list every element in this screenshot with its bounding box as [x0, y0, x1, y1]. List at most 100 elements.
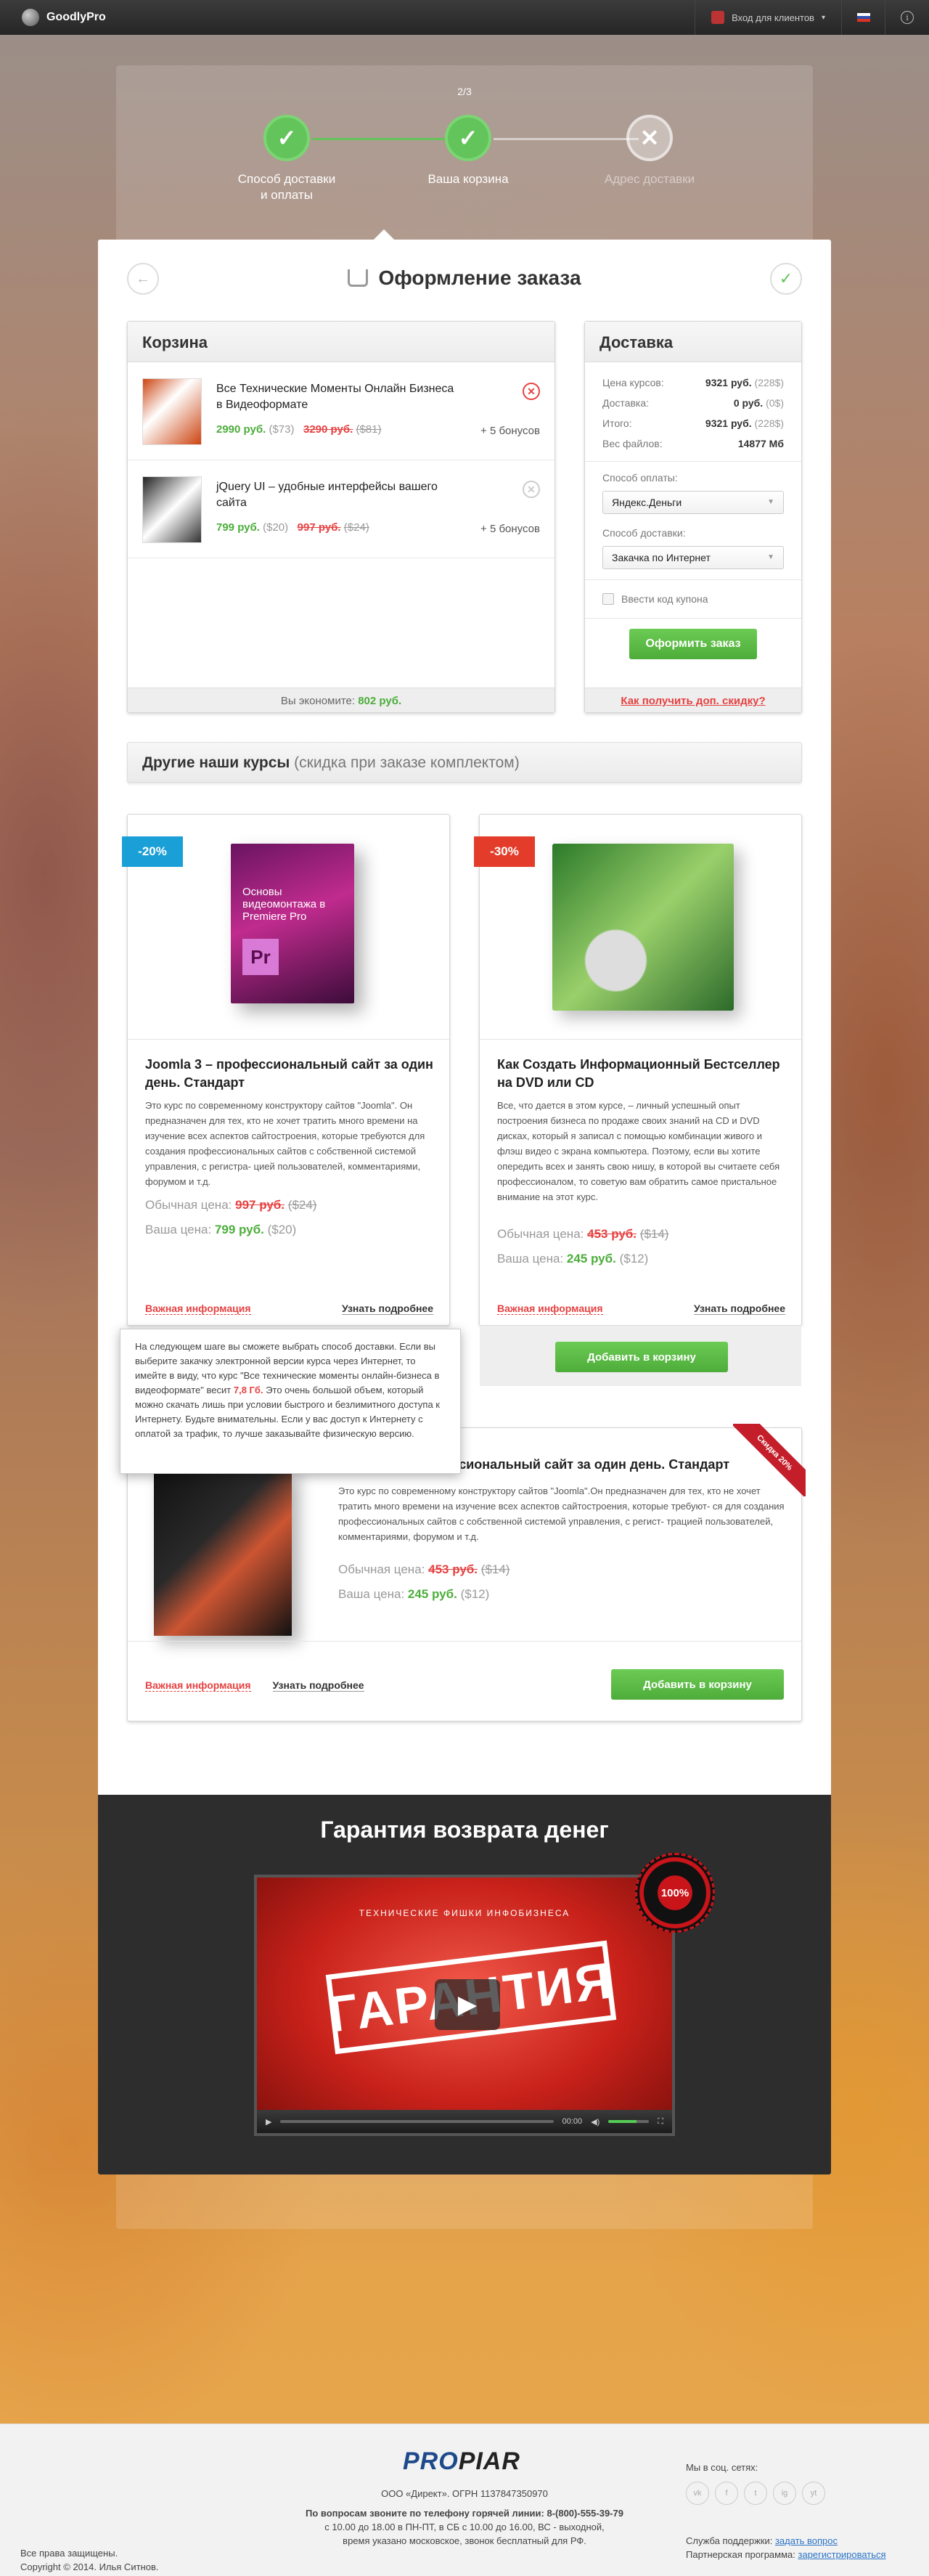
old-price: 3290 руб. — [303, 423, 353, 436]
product-thumbnail — [142, 378, 202, 445]
step-counter: 2/3 — [457, 86, 472, 97]
info-button[interactable]: i — [885, 0, 929, 35]
regular-price-label: Обычная цена: — [338, 1562, 425, 1576]
your-price-value: 245 руб. — [407, 1587, 457, 1601]
coupon-checkbox[interactable] — [602, 593, 614, 605]
regular-price-value: 997 руб. — [235, 1198, 285, 1212]
client-login-button[interactable]: Вход для клиентов ▾ — [695, 0, 842, 35]
savings-value: 802 руб. — [358, 695, 402, 707]
your-price-usd: ($20) — [267, 1223, 297, 1236]
topbar-right: Вход для клиентов ▾ i — [695, 0, 929, 35]
facebook-icon[interactable]: f — [715, 2482, 738, 2505]
cart-item-title: Все Технические Моменты Онлайн Бизнеса в… — [216, 383, 454, 411]
support-link[interactable]: задать вопрос — [775, 2535, 838, 2546]
copyright: Copyright © 2014. Илья Ситнов. — [20, 2561, 159, 2572]
regular-price: Обычная цена: 453 руб. ($14) — [497, 1227, 668, 1242]
checkmark-icon: ✓ — [263, 115, 310, 161]
order-card: ← Оформление заказа ✓ Корзина Все Технич… — [98, 229, 831, 2174]
product-thumbnail — [142, 476, 202, 543]
payment-select[interactable]: Яндекс.Деньги ▼ — [602, 491, 784, 514]
guarantee-title: Гарантия возврата денег — [320, 1817, 609, 1843]
client-login-label: Вход для клиентов — [732, 12, 814, 23]
summary-label: Цена курсов: — [602, 377, 664, 388]
hotline: По вопросам звоните по телефону горячей … — [306, 2508, 623, 2519]
footer-copyright: Все права защищены. Copyright © 2014. Ил… — [20, 2546, 158, 2574]
cart-panel: Корзина Все Технические Моменты Онлайн Б… — [127, 321, 555, 713]
add-to-cart-button[interactable]: Добавить в корзину — [611, 1669, 784, 1700]
learn-more-link[interactable]: Узнать подробнее — [272, 1679, 364, 1692]
important-info-link[interactable]: Важная информация — [145, 1303, 251, 1315]
course-description: Это курс по современному конструктору са… — [338, 1485, 785, 1542]
step-cart[interactable]: ✓ Ваша корзина — [396, 115, 541, 187]
summary-label: Доставка: — [602, 397, 650, 409]
summary-value: 9321 руб. — [705, 377, 752, 388]
summary-row: Доставка: 0 руб. (0$) — [585, 393, 801, 413]
language-switch[interactable] — [842, 0, 885, 35]
product-box-title: Основы видеомонтажа в Premiere Pro — [242, 886, 326, 923]
instagram-icon[interactable]: ig — [773, 2482, 796, 2505]
play-small-icon[interactable]: ▶ — [266, 2117, 271, 2127]
extra-discount-link[interactable]: Как получить доп. скидку? — [585, 688, 801, 712]
delivery-method-select[interactable]: Закачка по Интернет ▼ — [602, 546, 784, 569]
course-title: Joomla 3 – профессиональный сайт за один… — [145, 1057, 433, 1090]
remove-item-button[interactable]: ✕ — [523, 481, 540, 498]
video-seek-bar[interactable] — [280, 2120, 554, 2123]
video-player[interactable]: ТЕХНИЧЕСКИЕ ФИШКИ ИНФОБИЗНЕСА ГАРАНТИЯ ▶… — [254, 1875, 675, 2136]
step-label-line1: Способ доставки — [237, 172, 336, 186]
course-title: Как Создать Информационный Бестселлер на… — [497, 1057, 780, 1090]
cart-title: Корзина — [128, 322, 554, 362]
your-price-usd: ($12) — [619, 1252, 649, 1265]
delivery-method-selected: Закачка по Интернет — [612, 552, 711, 563]
social-label: Мы в соц. сетях: — [686, 2462, 758, 2473]
old-price-usd: ($81) — [356, 423, 382, 436]
volume-icon[interactable]: ◀) — [591, 2117, 599, 2127]
cart-item-price: 2990 руб. ($73) 3290 руб. ($81) — [216, 423, 381, 436]
course-description: Все, что дается в этом курсе, – личный у… — [497, 1100, 780, 1202]
premiere-logo-icon: Pr — [242, 939, 279, 975]
company-info: ООО «Директ». ОГРН 1137847350970 — [381, 2488, 548, 2499]
play-button[interactable]: ▶ — [435, 1979, 500, 2030]
brand-logo[interactable]: GoodlyPro — [0, 9, 106, 26]
regular-price-label: Обычная цена: — [145, 1198, 232, 1212]
partner-link[interactable]: зарегистрироваться — [798, 2549, 886, 2560]
youtube-icon[interactable]: yt — [802, 2482, 825, 2505]
cart-item-title: jQuery UI – удобные интерфейсы вашего са… — [216, 481, 438, 509]
summary-total: 9321 руб. — [705, 417, 752, 429]
learn-more-link[interactable]: Узнать подробнее — [341, 1303, 433, 1315]
fullscreen-icon[interactable]: ⛶ — [658, 2117, 663, 2127]
course-description: Это курс по современному конструктору са… — [145, 1100, 425, 1187]
regular-price-value: 453 руб. — [428, 1562, 478, 1576]
summary-label: Итого: — [602, 417, 632, 429]
twitter-icon[interactable]: t — [744, 2482, 767, 2505]
place-order-button[interactable]: Оформить заказ — [629, 629, 757, 659]
your-price-value: 245 руб. — [566, 1252, 616, 1265]
product-dvd-image — [552, 844, 734, 1011]
payment-label: Способ оплаты: — [602, 472, 678, 484]
summary-usd: (228$) — [754, 377, 784, 388]
remove-item-button[interactable]: ✕ — [523, 383, 540, 400]
delivery-title: Доставка — [585, 322, 801, 362]
divider — [585, 618, 801, 619]
coupon-toggle[interactable]: Ввести код купона — [585, 587, 801, 611]
step-label-line1: Ваша корзина — [427, 172, 509, 186]
add-to-cart-button[interactable]: Добавить в корзину — [555, 1342, 728, 1372]
cart-icon — [348, 269, 369, 287]
important-info-tooltip: На следующем шаге вы сможете выбрать спо… — [120, 1329, 461, 1474]
page-title: Оформление заказа — [98, 266, 831, 290]
course-image: -30% — [474, 815, 801, 1040]
step-address: ✕ Адрес доставки — [577, 115, 722, 187]
vk-icon[interactable]: vk — [686, 2482, 709, 2505]
important-info-link[interactable]: Важная информация — [497, 1303, 603, 1315]
divider — [585, 579, 801, 580]
bonus-label: + 5 бонусов — [480, 523, 540, 535]
learn-more-link[interactable]: Узнать подробнее — [693, 1303, 785, 1315]
summary-label: Вес файлов: — [602, 438, 663, 449]
product-box-image: Основы видеомонтажа в Premiere Pro Pr — [231, 844, 354, 1003]
volume-slider[interactable] — [608, 2120, 650, 2123]
important-info-link[interactable]: Важная информация — [145, 1679, 251, 1692]
video-time: 00:00 — [562, 2117, 583, 2126]
confirm-button[interactable]: ✓ — [770, 263, 802, 295]
russian-flag-icon — [856, 13, 870, 22]
step-delivery-payment[interactable]: ✓ Способ доставки и оплаты — [214, 115, 359, 203]
partner-row: Партнерская программа: зарегистрироватьс… — [686, 2548, 886, 2561]
